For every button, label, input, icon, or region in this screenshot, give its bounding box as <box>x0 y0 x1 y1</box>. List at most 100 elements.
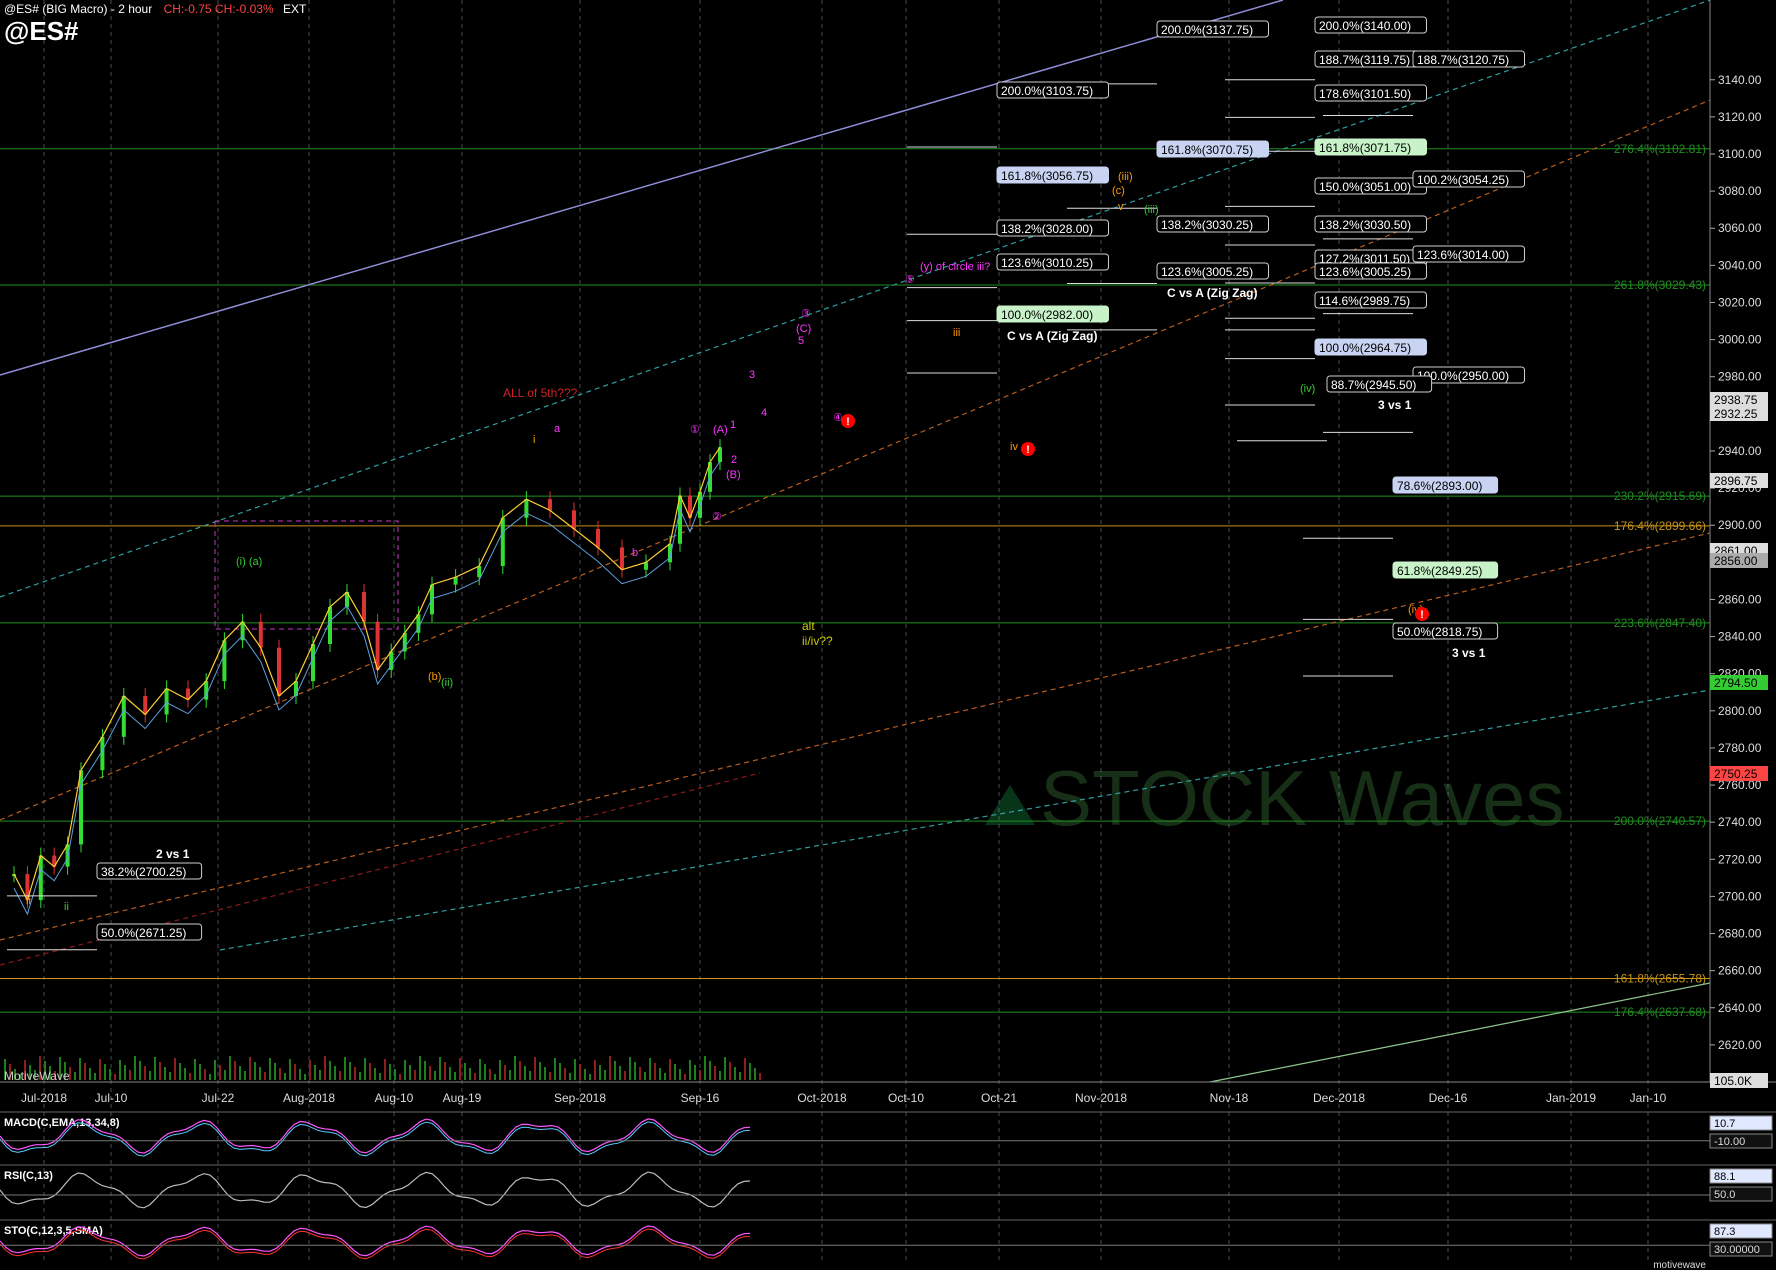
volume-bar <box>594 1060 596 1080</box>
volume-bar <box>629 1057 631 1080</box>
fib-box-label: 114.6%(2989.75) <box>1319 294 1410 308</box>
candle-body <box>453 577 458 585</box>
green-level-label: 230.2%(2915.69) <box>1614 489 1706 503</box>
wave-label: (iv) <box>1300 383 1315 395</box>
volume-bar <box>719 1071 721 1080</box>
x-tick-label: Sep-16 <box>681 1091 720 1105</box>
price-tag-label: 2932.25 <box>1714 407 1758 421</box>
chart-root: @ES# (BIG Macro) - 2 hour CH:-0.75 CH:-0… <box>0 0 1776 1270</box>
x-tick-label: Jul-22 <box>202 1091 235 1105</box>
volume-bar <box>269 1058 271 1080</box>
volume-bar <box>94 1073 96 1080</box>
volume-bar <box>709 1061 711 1080</box>
volume-bar <box>194 1059 196 1080</box>
volume-bar <box>254 1062 256 1080</box>
volume-bar <box>519 1061 521 1080</box>
y-tick-label: 2660.00 <box>1718 964 1762 978</box>
wave-label: b <box>632 547 638 559</box>
fib-box-label: 50.0%(2818.75) <box>1397 625 1482 639</box>
volume-bar <box>419 1056 421 1080</box>
volume-bar <box>694 1065 696 1080</box>
x-tick-label: Dec-16 <box>1429 1091 1468 1105</box>
alert-icon-glyph: ! <box>1026 444 1030 456</box>
price-tag-label: 2896.75 <box>1714 474 1758 488</box>
volume-bar <box>404 1060 406 1080</box>
volume-bar <box>344 1057 346 1080</box>
price-chart[interactable]: STOCK Waves 276.4%(3102.81) 261.8%(3029.4… <box>0 0 1776 1270</box>
fib-box-label: 100.2%(3054.25) <box>1417 173 1509 187</box>
watermark-triangle-icon <box>985 785 1035 825</box>
volume-bar <box>144 1066 146 1080</box>
volume-bar <box>319 1070 321 1080</box>
green-level-label: 176.4%(2637.68) <box>1614 1005 1706 1019</box>
volume-bar <box>584 1069 586 1080</box>
volume-bar <box>734 1067 736 1080</box>
volume-bar <box>759 1073 761 1080</box>
x-tick-label: Jul-2018 <box>21 1091 67 1105</box>
volume-bar <box>464 1063 466 1080</box>
panel-tag-label: 88.1 <box>1714 1171 1735 1183</box>
volume-bar <box>139 1061 141 1080</box>
volume-bar <box>164 1067 166 1080</box>
x-tick-label: Oct-21 <box>981 1091 1017 1105</box>
volume-bar <box>154 1057 156 1080</box>
volume-bar <box>679 1069 681 1080</box>
volume-bar <box>299 1069 301 1080</box>
price-tag-label: 2794.50 <box>1714 676 1758 690</box>
x-tick-label: Aug-19 <box>443 1091 482 1105</box>
price-tag-label: 2856.00 <box>1714 554 1758 568</box>
fib-box-label: 161.8%(3070.75) <box>1161 143 1253 157</box>
y-tick-label: 2780.00 <box>1718 741 1762 755</box>
volume-bar <box>539 1062 541 1080</box>
volume-bar <box>324 1056 326 1080</box>
candle-body <box>362 592 366 622</box>
fib-box-label: 150.0%(3051.00) <box>1319 180 1411 194</box>
volume-bar <box>589 1074 591 1080</box>
volume-bar <box>354 1067 356 1080</box>
y-tick-label: 3020.00 <box>1718 295 1762 309</box>
fib-box-label: 123.6%(3005.25) <box>1319 265 1411 279</box>
y-tick-label: 2940.00 <box>1718 444 1762 458</box>
volume-bar <box>574 1059 576 1080</box>
volume-bar <box>689 1060 691 1080</box>
volume-bar <box>604 1070 606 1080</box>
wave-label: i <box>533 434 535 446</box>
y-tick-label: 3080.00 <box>1718 184 1762 198</box>
price-line <box>13 446 721 902</box>
watermark: STOCK Waves <box>985 754 1564 842</box>
green-level-label: 223.6%(2847.40) <box>1614 616 1706 630</box>
volume-bar <box>339 1071 341 1080</box>
x-tick-label: Sep-2018 <box>554 1091 606 1105</box>
y-tick-label: 3120.00 <box>1718 110 1762 124</box>
volume-bar <box>184 1068 186 1080</box>
wave-label: (C) <box>796 323 811 335</box>
axes: 3140.00 3120.00 3100.00 3080.00 3060.00 3040.… <box>0 0 1776 1105</box>
fib-box-label: 138.2%(3030.50) <box>1319 218 1411 232</box>
fib-box-label: 138.2%(3030.25) <box>1161 218 1253 232</box>
volume-bar <box>174 1058 176 1080</box>
fib-box-label: 100.0%(2982.00) <box>1001 308 1093 322</box>
fib-box-label: 78.6%(2893.00) <box>1397 479 1482 493</box>
volume-bar <box>509 1070 511 1080</box>
orange-level-label: 176.4%(2899.66) <box>1614 519 1706 533</box>
volume-bar <box>549 1072 551 1080</box>
y-tick-label: 2800.00 <box>1718 704 1762 718</box>
wave-label: (c) <box>1112 185 1125 197</box>
volume-bar <box>534 1057 536 1080</box>
x-tick-label: Dec-2018 <box>1313 1091 1365 1105</box>
fib-box-label: 200.0%(3137.75) <box>1161 23 1253 37</box>
annotation-label: ALL of 5th??? <box>503 386 578 400</box>
volume-bar <box>234 1061 236 1080</box>
fib-box-label: 123.6%(3005.25) <box>1161 265 1253 279</box>
fib-box-label: 50.0%(2671.25) <box>101 926 186 940</box>
volume-bar <box>634 1062 636 1080</box>
volume-bar <box>134 1056 136 1080</box>
green-level-label: 276.4%(3102.81) <box>1614 142 1706 156</box>
volume-bar <box>264 1072 266 1080</box>
candle-body <box>477 566 482 578</box>
wave-label: (B) <box>726 469 741 481</box>
fib-box-label: 188.7%(3120.75) <box>1417 53 1509 67</box>
volume-bar <box>469 1068 471 1080</box>
volume-bar <box>149 1071 151 1080</box>
volume-bar <box>674 1064 676 1080</box>
